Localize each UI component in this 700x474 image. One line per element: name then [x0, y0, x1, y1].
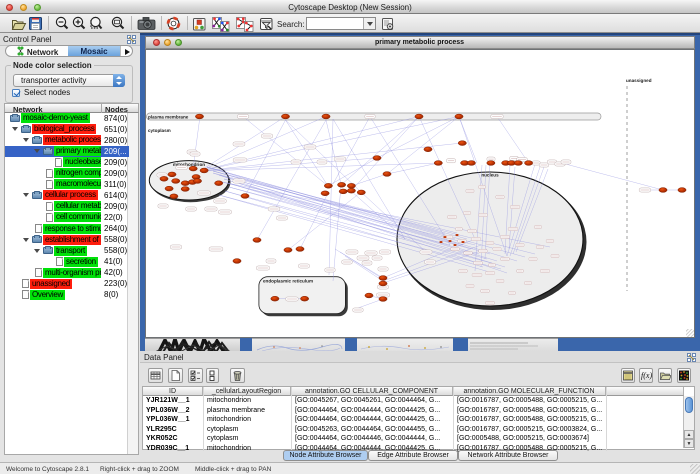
svg-text:endoplasmic reticulum: endoplasmic reticulum [263, 278, 313, 283]
svg-text:nucleus: nucleus [481, 172, 499, 177]
svg-text:cytoplasm: cytoplasm [148, 128, 171, 133]
svg-text:plasma membrane: plasma membrane [148, 114, 189, 119]
svg-text:unassigned: unassigned [626, 78, 652, 83]
